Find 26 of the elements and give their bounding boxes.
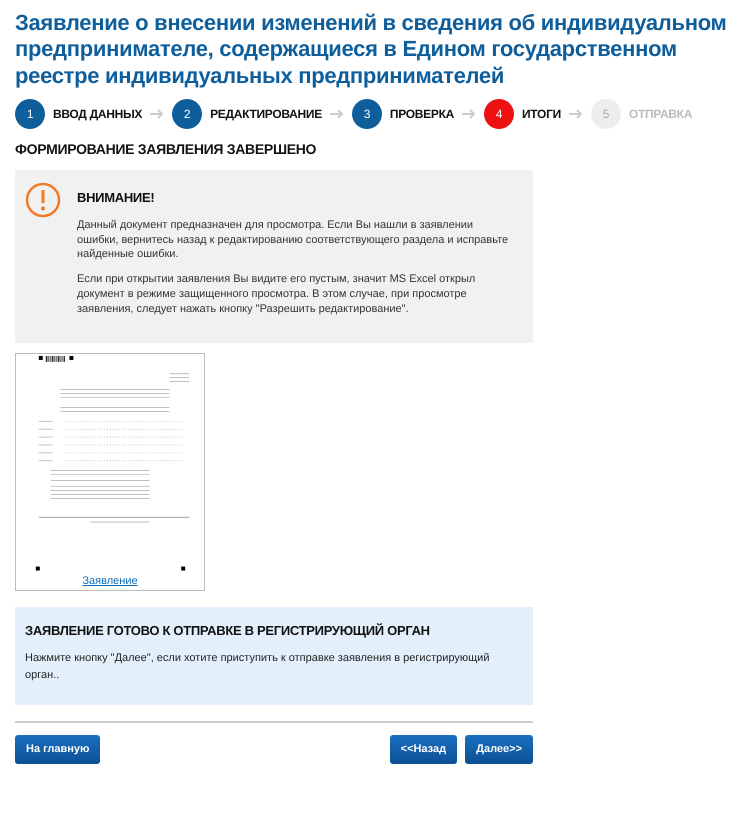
- step-label: ВВОД ДАННЫХ: [53, 106, 142, 124]
- arrow-icon: [150, 109, 164, 120]
- step-number: 1: [15, 99, 45, 130]
- step-label: ПРОВЕРКА: [390, 106, 454, 124]
- step-number: 3: [352, 99, 382, 130]
- arrow-icon: [462, 109, 476, 120]
- step-label: ИТОГИ: [522, 106, 561, 124]
- section-heading: ФОРМИРОВАНИЕ ЗАЯВЛЕНИЯ ЗАВЕРШЕНО: [15, 140, 318, 160]
- document-link[interactable]: Заявление: [82, 573, 138, 590]
- exclamation-icon: [25, 182, 61, 218]
- ready-text: Нажмите кнопку "Далее", если хотите приступить к отправке заявления в регистрирующий орган..: [25, 651, 490, 683]
- step-number: 2: [172, 99, 202, 130]
- warning-text: Если при открытии заявления Вы видите его пустым, значит MS Excel открыл документ в режиме защищенного просмотра. В этом случае, при просмотре заявления, следует нажать кнопку "Разрешить редактирование".: [77, 272, 476, 317]
- warning-text: Данный документ предназначен для просмотра. Если Вы нашли в заявлении ошибки, вернитесь назад к редактированию соответствующего раздела и исправьте найденные ошибки.: [77, 218, 510, 262]
- next-button[interactable]: Далее>>: [465, 735, 533, 764]
- back-button[interactable]: <<Назад: [390, 735, 458, 764]
- page-title: Заявление о внесении изменений в сведения об индивидуальном предпринимателе, содержащиеся в Едином государственном реестре индивидуальных предпринимателей: [15, 10, 728, 90]
- home-button[interactable]: На главную: [15, 735, 100, 764]
- ready-title: ЗАЯВЛЕНИЕ ГОТОВО К ОТПРАВКЕ В РЕГИСТРИРУЮЩИЙ ОРГАН: [25, 622, 431, 640]
- step-number: 5: [590, 99, 621, 130]
- step-number: 4: [484, 99, 514, 130]
- step-label: РЕДАКТИРОВАНИЕ: [210, 106, 322, 124]
- arrow-icon: [330, 109, 344, 120]
- warning-title: ВНИМАНИЕ!: [77, 189, 156, 208]
- arrow-icon: [568, 109, 583, 120]
- step-label: ОТПРАВКА: [628, 106, 692, 124]
